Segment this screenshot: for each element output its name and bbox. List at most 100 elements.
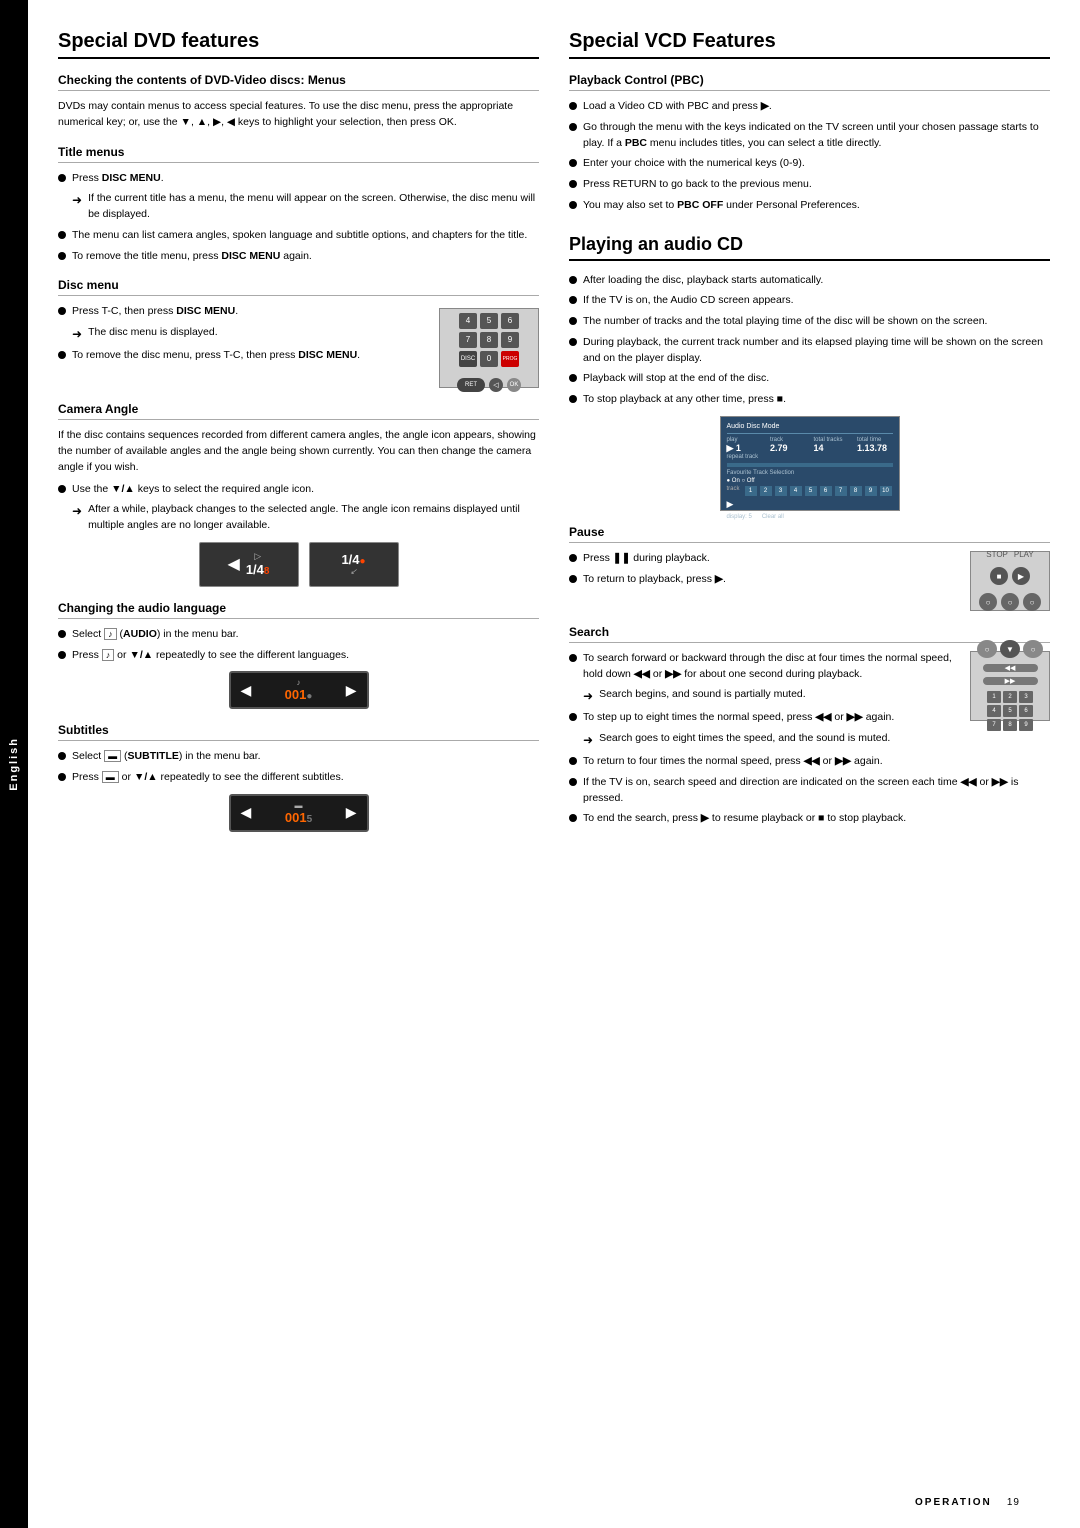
display-left-arrow: ◀ xyxy=(241,682,252,699)
list-item: To remove the disc menu, press T-C, then… xyxy=(58,348,429,364)
bullet-icon xyxy=(569,276,577,284)
cd-time-cell: total time 1.13.78 xyxy=(857,437,893,460)
search-circle-3[interactable]: ○ xyxy=(1023,640,1043,658)
list-item-text: After a while, playback changes to the s… xyxy=(88,502,539,534)
list-item: The menu can list camera angles, spoken … xyxy=(58,228,539,244)
cd-track-cell: track 2.79 xyxy=(770,437,806,460)
right-column: Special VCD Features Playback Control (P… xyxy=(569,30,1050,1498)
cd-actions: display: 5 Clear all xyxy=(727,513,893,520)
list-item: To stop playback at any other time, pres… xyxy=(569,392,1050,408)
subtitle-display-box: ◀ ▬ 0015 ▶ xyxy=(229,794,369,832)
list-item-text: Search begins, and sound is partially mu… xyxy=(599,687,806,703)
angle-label: ▷ xyxy=(246,551,270,562)
search-top-btns: ○ ▼ ○ xyxy=(977,640,1043,658)
play-button[interactable]: ▶ xyxy=(1012,567,1030,585)
list-item-text: To return to playback, press ▶. xyxy=(583,572,726,588)
section-title-vcd: Special VCD Features xyxy=(569,30,1050,59)
cd-mode-label: Audio Disc Mode xyxy=(727,423,780,430)
search-grid: 1 2 3 4 5 6 7 8 9 xyxy=(987,691,1033,731)
bullet-icon xyxy=(58,174,66,182)
bullet-icon xyxy=(58,752,66,760)
angle-number: 1/48 xyxy=(246,562,270,577)
list-item-text: To remove the disc menu, press T-C, then… xyxy=(72,348,360,364)
angle-number-2: 1/4● xyxy=(341,552,365,567)
bullet-icon xyxy=(569,201,577,209)
cd-num-5: 5 xyxy=(805,486,817,496)
search-circle-2[interactable]: ▼ xyxy=(1000,640,1020,658)
s-key-3[interactable]: 3 xyxy=(1019,691,1033,703)
list-item: ➜ The disc menu is displayed. xyxy=(72,325,429,343)
list-item-text: Press T-C, then press DISC MENU. xyxy=(72,304,238,320)
list-item-text: Go through the menu with the keys indica… xyxy=(583,120,1050,152)
s-key-9[interactable]: 9 xyxy=(1019,719,1033,731)
cd-screen-header: Audio Disc Mode xyxy=(727,423,893,434)
bullet-icon xyxy=(569,338,577,346)
subsection-checking-title: Checking the contents of DVD-Video discs… xyxy=(58,73,539,91)
nav-button-2[interactable]: ○ xyxy=(1001,593,1019,611)
section-title-dvd: Special DVD features xyxy=(58,30,539,59)
audio-list: Select ♪ (AUDIO) in the menu bar. Press … xyxy=(58,627,539,664)
display-number: 001● xyxy=(285,687,313,702)
s-key-7[interactable]: 7 xyxy=(987,719,1001,731)
rwd-icon: ◀◀ xyxy=(1005,664,1016,672)
key-return: RET xyxy=(457,378,485,392)
cd-repeat-label: repeat track xyxy=(727,454,763,460)
nav-button-3[interactable]: ○ xyxy=(1023,593,1041,611)
disc-menu-section: 4 5 6 7 8 9 DISC 0 PROG RET ◁ xyxy=(58,304,539,388)
bullet-icon xyxy=(58,651,66,659)
arrow-icon: ➜ xyxy=(583,731,593,749)
list-item: Press ▬ or ▼/▲ repeatedly to see the dif… xyxy=(58,770,539,786)
cd-num-2: 2 xyxy=(760,486,772,496)
cd-total-val: 14 xyxy=(814,443,850,453)
main-content: Special DVD features Checking the conten… xyxy=(28,0,1080,1528)
list-item: Enter your choice with the numerical key… xyxy=(569,156,1050,172)
search-fwd-btn[interactable]: ▶▶ xyxy=(983,677,1038,685)
section-title-cd: Playing an audio CD xyxy=(569,234,1050,261)
cd-screen-image: Audio Disc Mode play ▶ 1 repeat track tr… xyxy=(720,416,900,511)
s-key-2[interactable]: 2 xyxy=(1003,691,1017,703)
list-item-text: Enter your choice with the numerical key… xyxy=(583,156,805,172)
list-item-text: Use the ▼/▲ keys to select the required … xyxy=(72,482,314,498)
arrow-icon: ➜ xyxy=(72,325,82,343)
subtitle-icon-2: ▬ xyxy=(102,771,119,783)
subtitles-list: Select ▬ (SUBTITLE) in the menu bar. Pre… xyxy=(58,749,539,786)
search-rwd-btn[interactable]: ◀◀ xyxy=(983,664,1038,672)
list-item-text: During playback, the current track numbe… xyxy=(583,335,1050,367)
key-4: 4 xyxy=(459,313,477,329)
s-key-8[interactable]: 8 xyxy=(1003,719,1017,731)
cd-num-4: 4 xyxy=(790,486,802,496)
search-circle-1[interactable]: ○ xyxy=(977,640,997,658)
key-9: 9 xyxy=(501,332,519,348)
list-item: ➜ Search begins, and sound is partially … xyxy=(583,687,960,705)
pause-labels: STOP PLAY xyxy=(986,550,1034,559)
key-disc: DISC xyxy=(459,351,477,367)
angle-cursor: ↙ xyxy=(341,567,365,576)
list-item: Press ❚❚ during playback. xyxy=(569,551,960,567)
bullet-icon xyxy=(569,102,577,110)
list-item: To return to four times the normal speed… xyxy=(569,754,1050,770)
bullet-icon xyxy=(569,757,577,765)
list-item-text: To step up to eight times the normal spe… xyxy=(583,710,894,726)
cd-fav-label: Favourite Track Selection xyxy=(727,470,893,476)
key-nav: ◁ xyxy=(489,378,503,392)
s-key-4[interactable]: 4 xyxy=(987,705,1001,717)
cd-total-cell: total tracks 14 xyxy=(814,437,850,460)
bullet-icon xyxy=(569,159,577,167)
nav-button-1[interactable]: ○ xyxy=(979,593,997,611)
list-item-text: Playback will stop at the end of the dis… xyxy=(583,371,769,387)
list-item: To end the search, press ▶ to resume pla… xyxy=(569,811,1050,827)
pause-btn-row2: ○ ○ ○ xyxy=(979,593,1041,611)
bullet-icon xyxy=(569,123,577,131)
s-key-5[interactable]: 5 xyxy=(1003,705,1017,717)
key-6: 6 xyxy=(501,313,519,329)
list-item-text: To return to four times the normal speed… xyxy=(583,754,883,770)
s-key-1[interactable]: 1 xyxy=(987,691,1001,703)
search-section: ○ ▼ ○ ◀◀ ▶▶ 1 2 3 4 5 xyxy=(569,651,1050,832)
page: English Special DVD features Checking th… xyxy=(0,0,1080,1528)
bullet-icon xyxy=(569,654,577,662)
bullet-icon xyxy=(569,374,577,382)
cd-play-val: ▶ 1 xyxy=(727,443,763,454)
stop-button[interactable]: ■ xyxy=(990,567,1008,585)
s-key-6[interactable]: 6 xyxy=(1019,705,1033,717)
list-item: To remove the title menu, press DISC MEN… xyxy=(58,249,539,265)
